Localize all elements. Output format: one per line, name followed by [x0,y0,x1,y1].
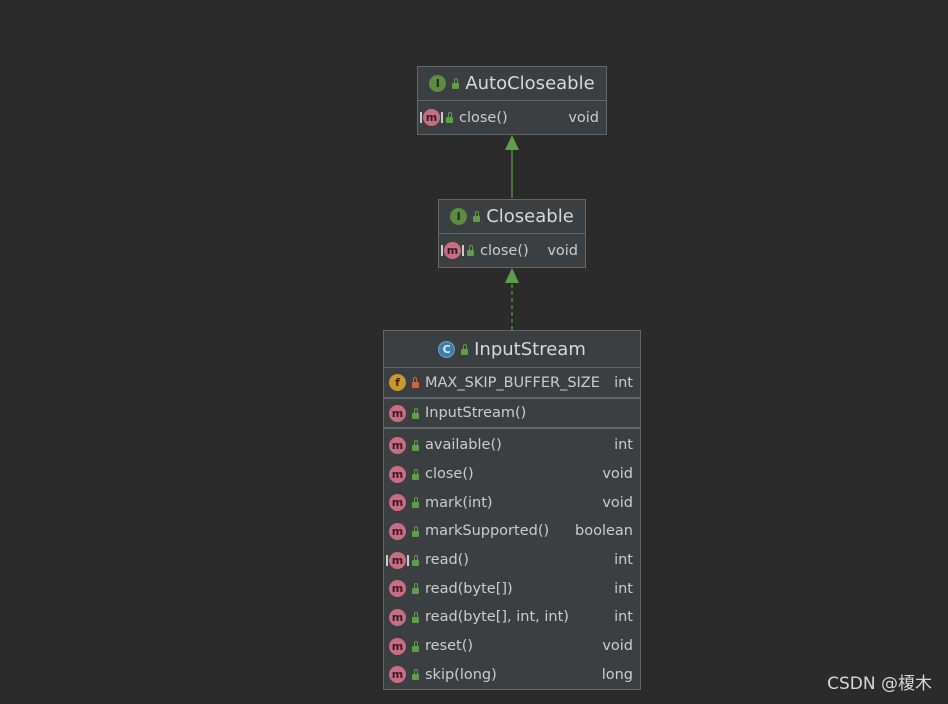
method-icon: m [389,465,406,483]
final-field-icon: f [389,374,406,391]
public-lock-icon [473,211,481,222]
method-name: mark(int) [425,494,493,511]
method-name: read(byte[], int, int) [425,609,569,626]
return-type: void [602,466,633,483]
method-row[interactable]: m reset() void [384,632,640,661]
inputstream-node[interactable]: C InputStream f MAX_SKIP_BUFFER_SIZE int… [383,330,641,690]
public-lock-icon [461,343,469,355]
watermark: CSDN @榎木 [827,674,932,694]
return-type: boolean [575,523,633,540]
abstract-method-icon: m [386,551,409,569]
node-title: Closeable [486,206,574,227]
field-type: int [614,374,633,391]
interface-icon: I [429,75,447,92]
field-row[interactable]: f MAX_SKIP_BUFFER_SIZE int [384,368,640,397]
method-row[interactable]: m available() int [384,431,640,460]
return-type: void [547,242,578,259]
public-lock-icon [412,583,419,595]
public-lock-icon [467,245,474,256]
public-lock-icon [412,497,419,509]
method-icon: m [389,637,406,655]
autocloseable-node[interactable]: I AutoCloseable m close() void [417,66,607,135]
method-name: read() [425,552,469,569]
method-name: markSupported() [425,523,550,540]
public-lock-icon [446,112,453,123]
method-row[interactable]: m markSupported() boolean [384,517,640,546]
constructor-row[interactable]: m InputStream() [384,399,640,427]
method-name: read(byte[]) [425,580,513,597]
closeable-header: I Closeable [439,200,585,234]
return-type: int [614,609,633,626]
method-row[interactable]: m close() void [384,460,640,489]
constructors-section: m InputStream() [384,399,640,429]
closeable-node[interactable]: I Closeable m close() void [438,199,586,268]
method-row[interactable]: m close() void [418,101,606,134]
public-lock-icon [412,611,419,623]
method-name: skip(long) [425,666,497,683]
method-row[interactable]: m read(byte[], int, int) int [384,603,640,632]
return-type: int [614,552,633,569]
public-lock-icon [412,468,419,480]
implements-arrowhead [505,268,519,283]
method-icon: m [389,436,406,454]
fields-section: f MAX_SKIP_BUFFER_SIZE int [384,368,640,399]
public-lock-icon [412,640,419,652]
public-lock-icon [412,669,419,681]
public-lock-icon [412,407,419,419]
public-lock-icon [412,554,419,566]
method-icon: m [389,666,406,684]
return-type: void [602,638,633,655]
method-name: reset() [425,638,474,655]
method-row[interactable]: m mark(int) void [384,488,640,517]
extends-arrowhead [505,135,519,150]
method-icon: m [389,580,406,598]
method-icon: m [389,404,406,422]
return-type: void [602,494,633,511]
abstract-class-icon: C [438,340,456,358]
interface-icon: I [450,208,468,225]
method-icon: m [389,494,406,512]
node-title: AutoCloseable [465,73,595,94]
method-row[interactable]: m close() void [439,234,585,267]
field-name: MAX_SKIP_BUFFER_SIZE [425,374,600,391]
return-type: void [568,109,599,126]
return-type: int [614,437,633,454]
public-lock-icon [412,439,419,451]
public-lock-icon [452,78,460,89]
method-name: close() [459,109,508,126]
method-row[interactable]: m read(byte[]) int [384,574,640,603]
node-title: InputStream [474,338,586,360]
method-name: available() [425,437,502,454]
method-icon: m [389,522,406,540]
method-name: close() [425,466,474,483]
abstract-method-icon: m [441,242,464,259]
public-lock-icon [412,525,419,537]
method-row[interactable]: m read() int [384,546,640,575]
return-type: int [614,580,633,597]
method-name: close() [480,242,529,259]
private-lock-icon [412,377,419,388]
method-row[interactable]: m skip(long) long [384,661,640,690]
inputstream-header: C InputStream [384,331,640,368]
return-type: long [601,666,633,683]
autocloseable-header: I AutoCloseable [418,67,606,101]
method-icon: m [389,608,406,626]
methods-section: m available() int m close() void m mark(… [384,429,640,689]
abstract-method-icon: m [420,109,443,126]
constructor-name: InputStream() [425,405,527,421]
